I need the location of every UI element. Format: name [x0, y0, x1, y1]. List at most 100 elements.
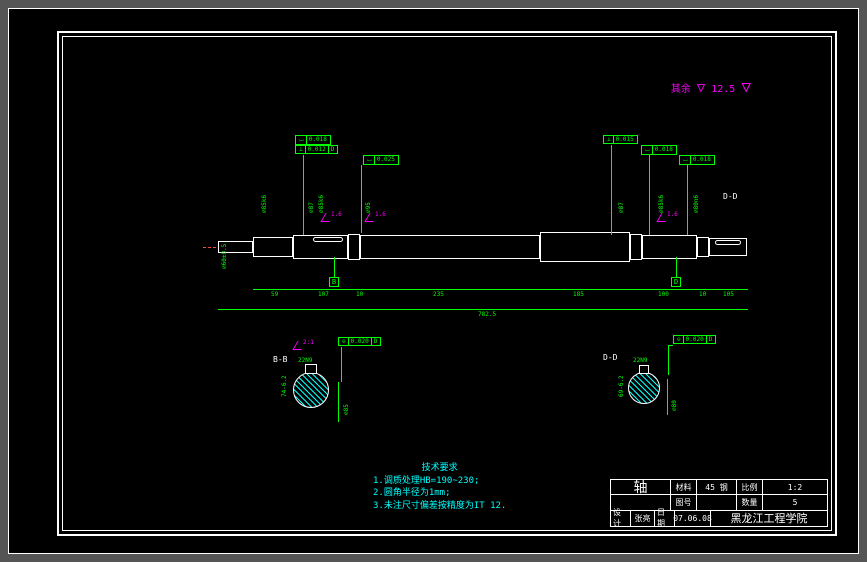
gdt-sym: ⌴	[297, 136, 307, 144]
dim-ext	[338, 382, 339, 422]
dim-dia-5: ⌀95	[365, 202, 372, 213]
section-d-marker: D-D	[723, 192, 737, 201]
dim-dia-4: ⌀85k6	[318, 195, 325, 213]
gdt-tol: 0.020	[349, 338, 372, 345]
drawing-border-outer: 其余 ▽ 12.5 ▽	[57, 31, 837, 536]
qty-label: 数量	[737, 495, 763, 509]
surface-symbol-large-icon: ▽	[741, 77, 751, 96]
gdt-tol: 0.015	[614, 136, 636, 143]
gdt-leader	[668, 345, 669, 375]
dim-dia-6: ⌀87	[618, 202, 625, 213]
gdt-tol: 0.020	[684, 336, 707, 343]
dim-l4: 235	[433, 291, 444, 298]
gdt-tol: 0.025	[375, 156, 397, 164]
gdt-datum: D	[707, 336, 715, 343]
dim-l1: 59	[271, 291, 278, 298]
gdt-sym: ⌴	[643, 146, 653, 154]
date-value: 07.06.08	[675, 511, 711, 526]
gdt-sym: ⊖	[675, 336, 684, 343]
note-2: 2.圆角半径为1mm;	[373, 487, 506, 500]
dim-total: 782.5	[478, 311, 496, 318]
gdt-leader	[341, 347, 342, 382]
section-b-hatch	[293, 372, 329, 408]
section-d-label: D-D	[603, 353, 617, 362]
gdt-datum: D	[329, 146, 337, 153]
notes-title: 技术要求	[373, 462, 506, 475]
dim-dia-8: ⌀80n6	[693, 195, 700, 213]
section-d-dia: ⌀80	[671, 400, 678, 411]
gdt-sym: ⊥	[297, 146, 306, 153]
section-b-width: 22N9	[298, 357, 312, 364]
gdt-datum: D	[372, 338, 380, 345]
num-value	[697, 495, 737, 509]
section-b-dia: ⌀85	[343, 404, 350, 415]
section-d-detail	[628, 372, 660, 404]
shaft-seg-2	[253, 237, 293, 257]
keyway-left	[313, 237, 343, 242]
gdt-frame-1: ⌴ 0.018	[295, 135, 331, 145]
shaft-seg-7	[630, 234, 642, 260]
date-label: 日期	[655, 511, 675, 526]
dim-l3: 10	[356, 291, 363, 298]
gdt-frame-4: ⊥ 0.015	[603, 135, 638, 144]
gdt-tol: 0.012	[306, 146, 329, 153]
gdt-frame-3: ⌴ 0.025	[363, 155, 399, 165]
note-3: 3.未注尺寸偏差按精度为IT 12.	[373, 500, 506, 513]
shaft-seg-5	[360, 235, 540, 259]
section-b-keyway	[305, 364, 317, 374]
gdt-frame-5: ⌴ 0.018	[641, 145, 677, 155]
surface-finish-value: 12.5	[711, 84, 735, 95]
gdt-leader	[303, 155, 304, 235]
dim-ext	[667, 379, 668, 415]
technical-notes: 技术要求 1.调质处理HB=190~230; 2.圆角半径为1mm; 3.未注尺…	[373, 462, 506, 512]
mat-label: 材料	[671, 480, 697, 494]
dim-l8: 105	[723, 291, 734, 298]
mat-value: 45 钢	[697, 480, 737, 494]
section-b-label: B-B	[273, 355, 287, 364]
section-d-keyway	[639, 365, 649, 374]
gdt-tol: 0.018	[307, 136, 329, 144]
surface-finish-default: 其余 ▽ 12.5 ▽	[671, 77, 751, 96]
dim-line-total	[218, 309, 748, 310]
gdt-leader	[687, 165, 688, 235]
shaft-main-view	[253, 232, 723, 262]
num-label: 图号	[671, 495, 697, 509]
datum-b: B	[329, 277, 339, 287]
section-b-scale: 2:1	[303, 339, 314, 346]
dim-dia-7: ⌀85k6	[658, 195, 665, 213]
scale-label: 比例	[737, 480, 763, 494]
dim-dia-2: ⌀85k6	[261, 195, 268, 213]
dim-l6: 100	[658, 291, 669, 298]
datum-leader	[334, 257, 335, 277]
section-d-depth: 69-6.2	[618, 375, 625, 397]
gdt-frame-8: ⊖ 0.020 D	[673, 335, 716, 344]
gdt-leader	[611, 145, 612, 235]
surface-finish-prefix: 其余	[671, 84, 691, 95]
ra-1: 1.6	[331, 211, 342, 218]
dim-dia-3: ⌀87	[308, 202, 315, 213]
part-name: 轴	[611, 480, 671, 494]
datum-leader	[676, 257, 677, 277]
shaft-seg-4	[348, 234, 360, 260]
gdt-sym: ⌴	[681, 156, 691, 164]
dim-dia-1: ⌀60±0.5	[221, 244, 228, 269]
keyway-right	[715, 240, 741, 245]
ra-3: 1.6	[667, 211, 678, 218]
organization: 黑龙江工程学院	[711, 511, 827, 526]
gdt-leader	[649, 155, 650, 235]
scale-value: 1:2	[763, 480, 827, 494]
dim-l7: 10	[699, 291, 706, 298]
surface-symbol-icon: ▽	[697, 80, 705, 96]
shaft-seg-6	[540, 232, 630, 262]
gdt-sym: ⊖	[340, 338, 349, 345]
des-label: 设计	[611, 511, 631, 526]
des-value: 张亮	[631, 511, 655, 526]
gdt-frame-2: ⊥ 0.012 D	[295, 145, 338, 154]
shaft-seg-9	[697, 237, 709, 257]
note-1: 1.调质处理HB=190~230;	[373, 475, 506, 488]
ra-2: 1.6	[375, 211, 386, 218]
section-b-detail	[293, 372, 329, 408]
gdt-leader	[668, 345, 673, 346]
gdt-leader	[361, 165, 362, 233]
datum-d: D	[671, 277, 681, 287]
